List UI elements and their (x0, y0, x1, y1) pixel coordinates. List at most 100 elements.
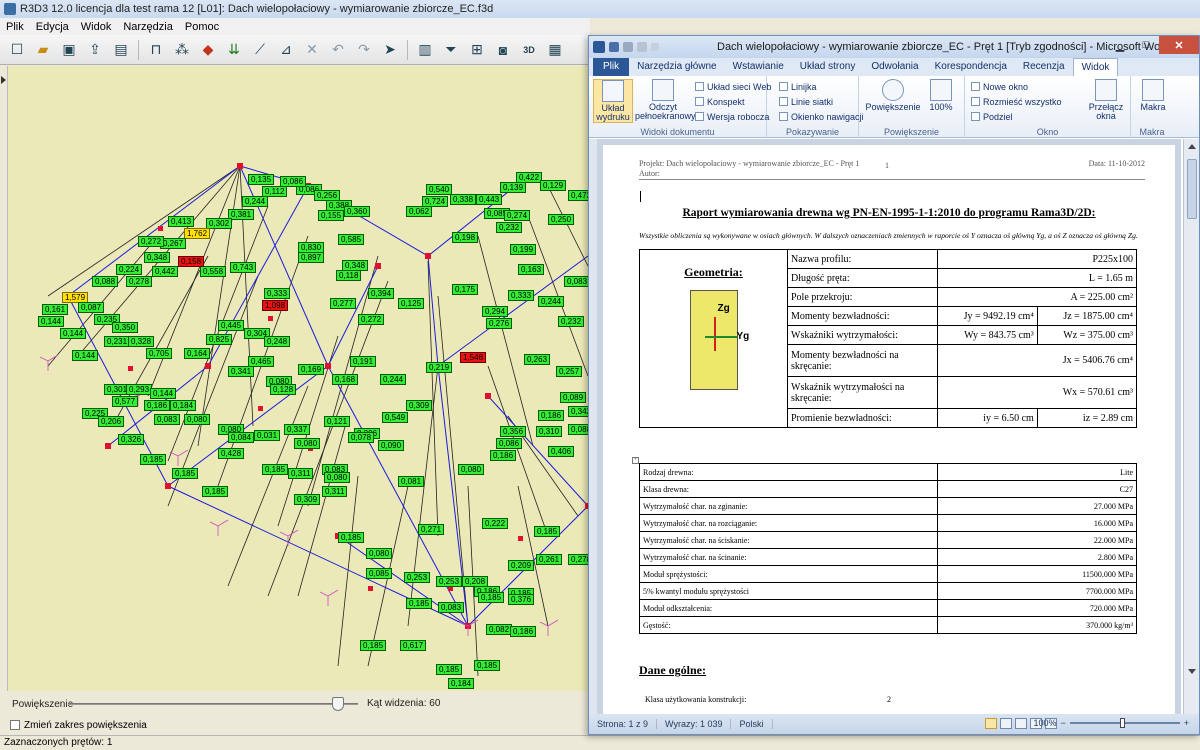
document-page[interactable]: Projekt: Dach wielopołaciowy - wymiarowa… (603, 145, 1175, 714)
save-icon[interactable]: ▣ (58, 39, 80, 61)
utilization-label[interactable]: 0,155 (318, 210, 345, 221)
status-words[interactable]: Wyrazy: 1 039 (657, 719, 732, 729)
utilization-label[interactable]: 0,473 (568, 190, 590, 201)
members-icon[interactable]: ⟋ (249, 39, 271, 61)
utilization-label[interactable]: 0,144 (38, 316, 65, 327)
utilization-label[interactable]: 0,185 (436, 664, 463, 675)
scroll-up-icon[interactable] (1188, 144, 1196, 149)
utilization-label[interactable]: 0,199 (510, 244, 537, 255)
utilization-label[interactable]: 0,085 (366, 568, 393, 579)
tab-narzedzia-glowne[interactable]: Narzędzia główne (629, 58, 725, 76)
zoom-out-icon[interactable]: − (1060, 718, 1065, 728)
utilization-label[interactable]: 0,326 (118, 434, 145, 445)
supports-icon[interactable]: ◆ (197, 39, 219, 61)
zoom-slider-track[interactable] (68, 703, 358, 705)
status-page[interactable]: Strona: 1 z 9 (589, 719, 658, 729)
utilization-label[interactable]: 0,080 (184, 414, 211, 425)
utilization-label[interactable]: 0,129 (540, 180, 567, 191)
loads-icon[interactable]: ⇊ (223, 39, 245, 61)
utilization-label[interactable]: 0,293 (126, 384, 153, 395)
full-screen-reading-button[interactable]: Odczyt pełnoekranowy (635, 79, 696, 121)
zoom-in-icon[interactable]: + (1184, 718, 1189, 728)
macros-button[interactable]: Makra (1133, 79, 1173, 112)
utilization-label[interactable]: 0,185 (406, 598, 433, 609)
utilization-label[interactable]: 0,185 (478, 592, 505, 603)
utilization-label[interactable]: 0,185 (140, 454, 167, 465)
utilization-label[interactable]: 0,175 (452, 284, 479, 295)
table-move-handle-icon[interactable]: + (632, 457, 639, 464)
zoom-range-checkbox[interactable] (10, 720, 20, 730)
utilization-label[interactable]: 0,244 (538, 296, 565, 307)
utilization-label[interactable]: 0,585 (338, 234, 365, 245)
outline-button[interactable]: Konspekt (695, 95, 745, 108)
utilization-label[interactable]: 0,185 (338, 532, 365, 543)
view-3d-icon[interactable]: 3D (518, 39, 540, 61)
utilization-label[interactable]: 0,341 (228, 366, 255, 377)
menu-pomoc[interactable]: Pomoc (185, 21, 219, 33)
tab-odwolania[interactable]: Odwołania (863, 58, 926, 76)
save-icon[interactable] (609, 42, 619, 52)
utilization-label[interactable]: 0,144 (150, 388, 177, 399)
model-viewport[interactable]: 0,6181,9060,0860,1120,2440,3810,2560,388… (8, 66, 590, 691)
utilization-label[interactable]: 0,084 (228, 432, 255, 443)
utilization-label[interactable]: 0,083 (438, 602, 465, 613)
new-window-button[interactable]: Nowe okno (971, 80, 1028, 93)
close-icon[interactable]: ✕ (1159, 36, 1199, 54)
utilization-label[interactable]: 0,253 (436, 576, 463, 587)
utilization-label[interactable]: 0,118 (336, 270, 362, 281)
status-language[interactable]: Polski (731, 719, 773, 729)
utilization-label[interactable]: 0,310 (536, 426, 563, 437)
utilization-label[interactable]: 0,445 (218, 320, 245, 331)
utilization-label[interactable]: 0,206 (98, 416, 125, 427)
utilization-label[interactable]: 0,224 (116, 264, 143, 275)
utilization-label[interactable]: 0,139 (500, 182, 527, 193)
tab-korespondencja[interactable]: Korespondencja (927, 58, 1015, 76)
utilization-label[interactable]: 0,272 (138, 236, 165, 247)
gridlines-checkbox[interactable]: Linie siatki (779, 95, 833, 108)
utilization-label[interactable]: 0,261 (536, 554, 563, 565)
utilization-label[interactable]: 0,274 (504, 210, 531, 221)
utilization-label[interactable]: 0,144 (72, 350, 99, 361)
utilization-label[interactable]: 0,121 (324, 416, 351, 427)
filter-icon[interactable]: ⏷ (440, 39, 462, 61)
utilization-label[interactable]: 0,232 (496, 222, 523, 233)
nav-pane-checkbox[interactable]: Okienko nawigacji (779, 110, 864, 123)
utilization-label[interactable]: 0,086 (496, 438, 523, 449)
utilization-label[interactable]: 0,743 (230, 262, 257, 273)
customize-qat-icon[interactable] (651, 43, 659, 51)
utilization-label[interactable]: 0,253 (404, 572, 431, 583)
utilization-label[interactable]: 0,328 (128, 336, 155, 347)
utilization-label[interactable]: 0,186 (490, 450, 517, 461)
utilization-label[interactable]: 0,185 (474, 660, 501, 671)
split-button[interactable]: Podziel (971, 110, 1013, 123)
utilization-label[interactable]: 0,191 (350, 356, 377, 367)
chart-icon[interactable]: ▦ (544, 39, 566, 61)
utilization-label[interactable]: 0,232 (558, 316, 585, 327)
maximize-icon[interactable]: □ (1133, 36, 1159, 54)
utilization-label[interactable]: 0,311 (322, 486, 348, 497)
utilization-label[interactable]: 0,406 (548, 446, 575, 457)
utilization-label[interactable]: 0,443 (476, 194, 503, 205)
utilization-label[interactable]: 0,184 (170, 400, 197, 411)
vertical-scrollbar[interactable] (1183, 139, 1199, 714)
utilization-label[interactable]: 1,762 (184, 228, 211, 239)
ruler-checkbox[interactable]: Linijka (779, 80, 817, 93)
switch-windows-button[interactable]: Przełącz okna (1085, 79, 1127, 121)
utilization-label[interactable]: 0,825 (206, 334, 233, 345)
utilization-label[interactable]: 0,558 (200, 266, 227, 277)
utilization-label[interactable]: 0,222 (482, 518, 509, 529)
zoom-100-button[interactable]: 100% (923, 79, 959, 112)
utilization-label[interactable]: 0,231 (104, 336, 131, 347)
utilization-label[interactable]: 0,128 (270, 384, 297, 395)
utilization-label[interactable]: 0,087 (78, 302, 105, 313)
nodes-icon[interactable]: ⁂ (171, 39, 193, 61)
status-zoom-thumb[interactable] (1119, 718, 1125, 728)
table-icon[interactable]: ▥ (414, 39, 436, 61)
menu-edycja[interactable]: Edycja (36, 21, 69, 33)
utilization-label[interactable]: 0,185 (172, 468, 199, 479)
minimize-icon[interactable]: ▁ (1107, 36, 1133, 54)
utilization-label[interactable]: 0,186 (510, 626, 537, 637)
status-zoom-slider[interactable] (1069, 718, 1180, 728)
utilization-label[interactable]: 0,350 (112, 322, 139, 333)
utilization-label[interactable]: 0,083 (154, 414, 181, 425)
